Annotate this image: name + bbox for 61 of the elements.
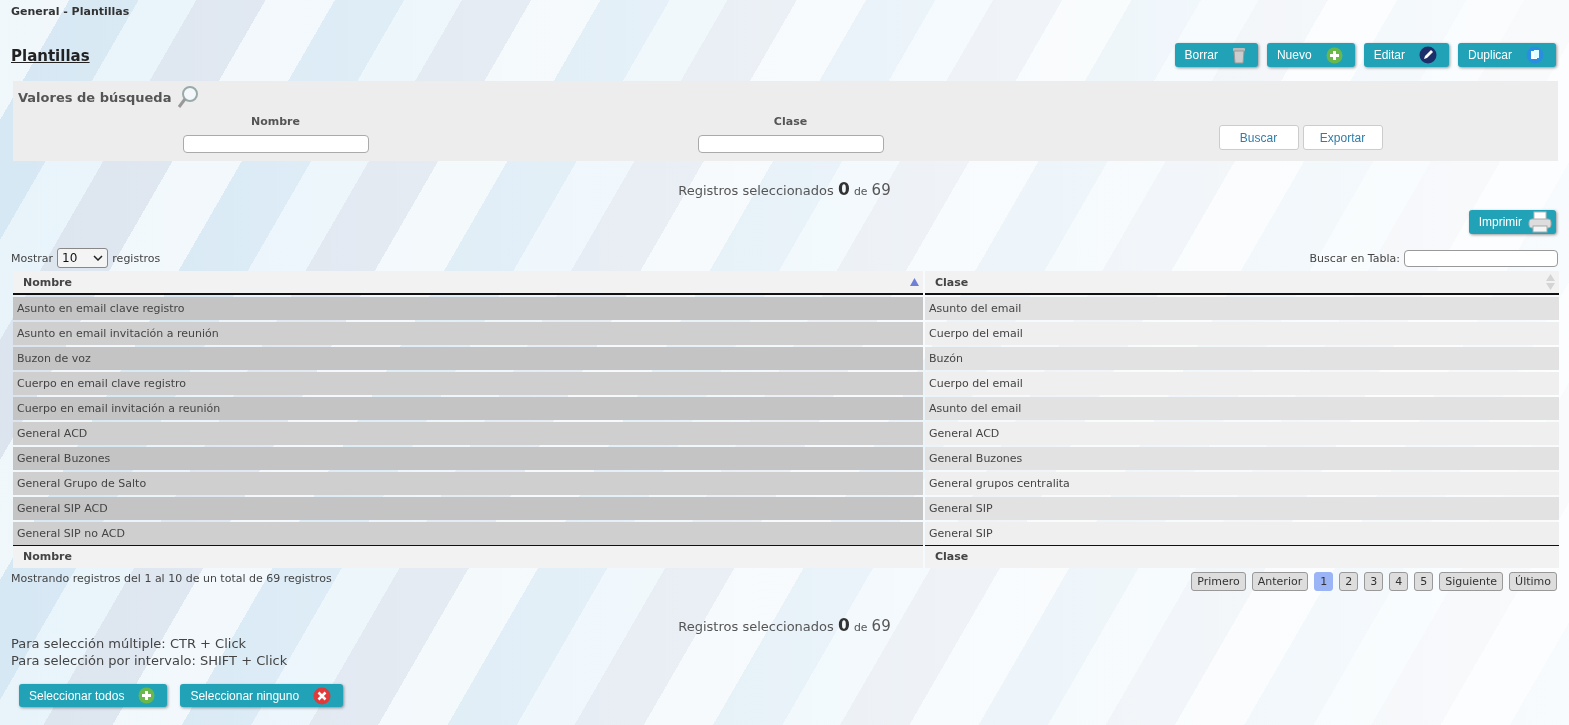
table-cell: Asunto en email clave registro xyxy=(13,297,923,320)
close-icon xyxy=(313,686,332,705)
table-cell: General SIP no ACD xyxy=(13,522,923,545)
pagination-button[interactable]: 4 xyxy=(1389,572,1409,591)
column-footer: Clase xyxy=(925,545,1559,568)
search-panel-title: Valores de búsqueda xyxy=(18,89,172,105)
table-info: Mostrando registros del 1 al 10 de un total de 69 registros xyxy=(11,572,332,585)
pagination-button[interactable]: Anterior xyxy=(1251,572,1309,591)
table-cell: General SIP xyxy=(925,522,1559,545)
chevron-down-icon xyxy=(93,255,104,261)
table-cell: General SIP ACD xyxy=(13,497,923,520)
search-icon xyxy=(177,85,200,109)
table-cell: Cuerpo en email clave registro xyxy=(13,372,923,395)
pagination-button[interactable]: Primero xyxy=(1191,572,1246,591)
table-cell: Buzón xyxy=(925,347,1559,370)
column-footer: Nombre xyxy=(13,545,923,568)
input-field[interactable] xyxy=(697,135,884,153)
copy-icon xyxy=(1526,46,1544,64)
table-cell: General Buzones xyxy=(13,447,923,470)
table-cell: Cuerpo del email xyxy=(925,372,1559,395)
column-header[interactable]: Clase xyxy=(925,271,1559,295)
help-note: Para selección por intervalo: SHIFT + Click xyxy=(11,652,289,669)
field-label: Clase xyxy=(773,115,808,128)
printer-icon xyxy=(1528,211,1552,233)
plus-icon xyxy=(1325,46,1343,64)
plus-icon xyxy=(138,687,156,704)
table-cell: General Grupo de Salto xyxy=(13,472,923,495)
table-cell: Buzon de voz xyxy=(13,347,923,370)
pagination-button[interactable]: 5 xyxy=(1414,572,1434,591)
table-cell: General ACD xyxy=(13,422,923,445)
selected-count: Registros seleccionados 0 de 69 xyxy=(677,615,892,635)
help-note: Para selección múltiple: CTR + Click xyxy=(11,635,248,652)
page-title: Plantillas xyxy=(11,47,90,65)
table-cell: Asunto del email xyxy=(925,297,1559,320)
pagination-button[interactable]: 2 xyxy=(1339,572,1359,591)
field-label: Nombre xyxy=(251,115,300,128)
table-search-label: Buscar en Tabla: xyxy=(1309,251,1400,265)
table-search-field[interactable] xyxy=(1404,249,1558,267)
pencil-icon xyxy=(1419,46,1437,64)
table-cell: General grupos centralita xyxy=(925,472,1559,495)
search-panel-button[interactable]: Exportar xyxy=(1302,125,1383,150)
selected-count: Registros seleccionados 0 de 69 xyxy=(677,179,892,199)
column-header[interactable]: Nombre xyxy=(13,271,923,295)
search-panel-button[interactable]: Buscar xyxy=(1218,125,1299,150)
pagination-button[interactable]: Siguiente xyxy=(1439,572,1504,591)
table-cell: General SIP xyxy=(925,497,1559,520)
table-cell: Asunto en email invitación a reunión xyxy=(13,322,923,345)
pagination-button[interactable]: 3 xyxy=(1364,572,1384,591)
table-cell: Cuerpo en email invitación a reunión xyxy=(13,397,923,420)
page-size-select[interactable]: 10 xyxy=(57,248,109,268)
table-cell: Cuerpo del email xyxy=(925,322,1559,345)
table-cell: Asunto del email xyxy=(925,397,1559,420)
breadcrumb: General - Plantillas xyxy=(11,5,131,20)
pagination-button[interactable]: 1 xyxy=(1314,572,1334,591)
length-label: Mostrar xyxy=(11,251,54,265)
table-cell: General ACD xyxy=(925,422,1559,445)
pagination-button[interactable]: Último xyxy=(1509,572,1557,591)
input-field[interactable] xyxy=(182,135,369,153)
trash-icon xyxy=(1231,46,1246,64)
length-label: registros xyxy=(112,251,161,265)
table-cell: General Buzones xyxy=(925,447,1559,470)
